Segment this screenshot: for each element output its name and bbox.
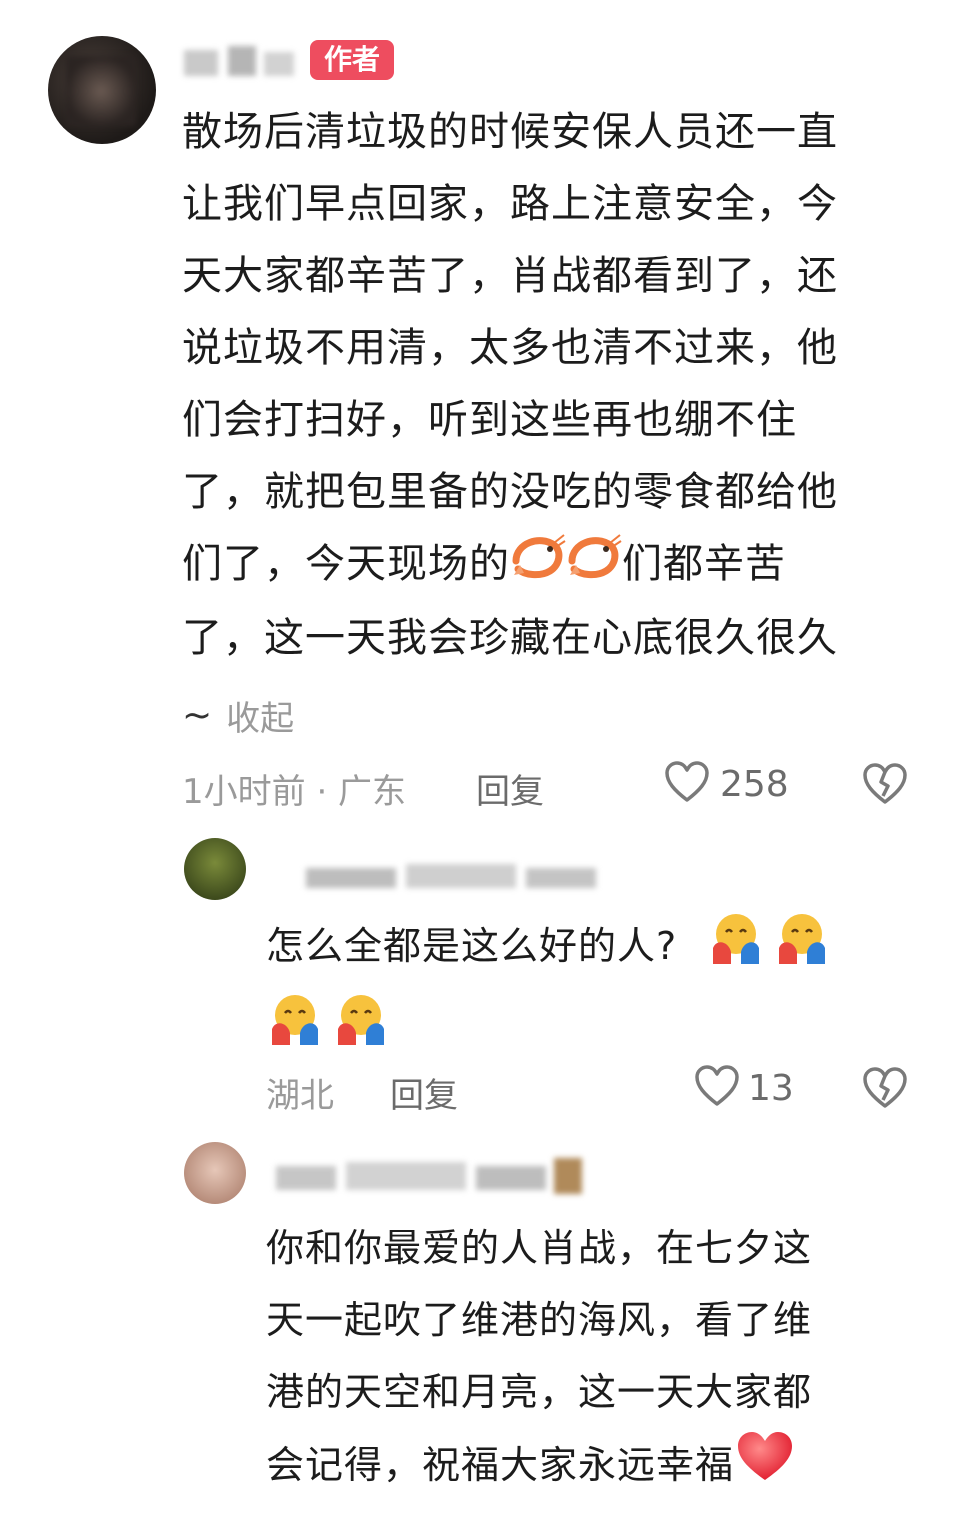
comment-line: 天大家都辛苦了，肖战都看到了，还 bbox=[182, 253, 838, 299]
author-avatar[interactable] bbox=[48, 36, 156, 144]
author-badge: 作者 bbox=[310, 40, 395, 80]
reply-line: 你和你最爱的人肖战，在七夕这 bbox=[266, 1226, 813, 1270]
comment-line: 散场后清垃圾的时候安保人员还一直 bbox=[182, 109, 838, 155]
reply-line-segment: 会记得，祝福大家永远幸福 bbox=[266, 1443, 735, 1487]
broken-heart-icon bbox=[862, 1067, 908, 1114]
collapse-label: 收起 bbox=[226, 698, 295, 739]
comment-time-location: 1小时前 · 广东 bbox=[182, 772, 407, 812]
heart-outline-icon bbox=[694, 1064, 740, 1112]
comment-line: 了，就把包里备的没吃的零食都给他 bbox=[182, 469, 838, 515]
dislike-button[interactable] bbox=[862, 1066, 908, 1114]
reply-line: 会记得，祝福大家永远幸福 bbox=[266, 1428, 906, 1507]
reply-line bbox=[266, 989, 906, 1070]
author-username[interactable] bbox=[184, 44, 294, 78]
heart-outline-icon bbox=[664, 760, 710, 808]
hugging-face-emoji bbox=[332, 989, 390, 1070]
comment-line: 们会打扫好，听到这些再也绷不住 bbox=[182, 397, 797, 443]
reply-line: 怎么全都是这么好的人? bbox=[266, 908, 906, 989]
broken-heart-icon bbox=[862, 763, 908, 810]
reply-1-body[interactable]: 怎么全都是这么好的人? bbox=[266, 908, 906, 1070]
author-comment-body[interactable]: 散场后清垃圾的时候安保人员还一直 让我们早点回家，路上注意安全，今 天大家都辛苦… bbox=[182, 96, 902, 674]
like-count: 13 bbox=[748, 1067, 794, 1109]
reply-2-avatar[interactable] bbox=[184, 1142, 246, 1204]
collapse-toggle[interactable]: ~ 收起 bbox=[182, 690, 294, 740]
reply-button[interactable]: 回复 bbox=[390, 1068, 458, 1117]
reply-line: 港的天空和月亮，这一天大家都 bbox=[266, 1370, 813, 1414]
shrimp-emoji bbox=[510, 530, 566, 602]
dislike-button[interactable] bbox=[862, 762, 908, 810]
comment-line: 让我们早点回家，路上注意安全，今 bbox=[182, 181, 838, 227]
reply-1-location: 湖北 bbox=[266, 1076, 334, 1116]
reply-2-username[interactable] bbox=[276, 1156, 586, 1196]
reply-1-avatar[interactable] bbox=[184, 838, 246, 900]
comment-line: 们了，今天现场的 们都辛苦 bbox=[182, 528, 902, 602]
comment-line: 了，这一天我会珍藏在心底很久很久 bbox=[182, 615, 838, 661]
reply-button[interactable]: 回复 bbox=[476, 764, 544, 813]
like-button[interactable]: 258 bbox=[664, 760, 789, 808]
hugging-face-emoji bbox=[707, 908, 765, 989]
reply-2-body[interactable]: 你和你最爱的人肖战，在七夕这 天一起吹了维港的海风，看了维 港的天空和月亮，这一… bbox=[266, 1212, 906, 1507]
reply-line: 天一起吹了维港的海风，看了维 bbox=[266, 1298, 813, 1342]
tilde-icon: ~ bbox=[182, 694, 213, 736]
red-heart-emoji bbox=[734, 1428, 796, 1507]
hugging-face-emoji bbox=[266, 989, 324, 1070]
comment-line-segment: 们都辛苦 bbox=[622, 541, 786, 587]
comment-line: 说垃圾不用清，太多也清不过来，他 bbox=[182, 325, 838, 371]
shrimp-emoji bbox=[566, 530, 622, 602]
reply-1-username[interactable] bbox=[306, 858, 606, 892]
hugging-face-emoji bbox=[773, 908, 831, 989]
like-button[interactable]: 13 bbox=[694, 1064, 794, 1112]
reply-text: 怎么全都是这么好的人? bbox=[266, 924, 678, 968]
comment-line-segment: 们了，今天现场的 bbox=[182, 541, 510, 587]
like-count: 258 bbox=[720, 763, 789, 805]
